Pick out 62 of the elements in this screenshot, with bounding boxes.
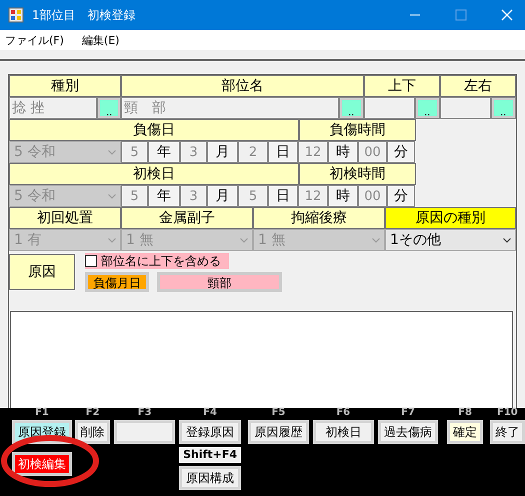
checkbox-option[interactable]: 部位名に上下を含める <box>85 253 229 269</box>
app-icon <box>8 7 24 23</box>
shortcut-label: Shift+F4 <box>179 447 242 463</box>
function-button[interactable]: 初検日 <box>312 420 374 444</box>
key-label: F4 <box>203 408 217 420</box>
body-part-button[interactable]: 頸部 <box>157 272 282 292</box>
unit-label: 分 <box>387 185 415 207</box>
lookup-button[interactable] <box>339 97 364 119</box>
function-button[interactable]: 終了 <box>490 420 525 444</box>
cause-label: 原因 <box>9 254 75 290</box>
injury-date-button[interactable]: 負傷月日 <box>85 272 149 292</box>
key-label: F1 <box>35 408 49 420</box>
lookup-button[interactable] <box>491 97 516 119</box>
unit-label: 分 <box>387 141 415 163</box>
chevron-down-icon <box>108 150 116 154</box>
column-header: 拘縮後療 <box>253 207 385 229</box>
column-header: 初回処置 <box>9 207 121 229</box>
column-header: 金属副子 <box>121 207 253 229</box>
column-header: 部位名 <box>121 75 364 97</box>
unit-label: 日 <box>268 141 298 163</box>
close-icon[interactable] <box>501 9 513 21</box>
chevron-down-icon <box>108 194 116 198</box>
dropdown[interactable]: 1その他 <box>385 229 516 251</box>
edit-button[interactable]: 初検編集 <box>12 452 72 476</box>
unit-label: 年 <box>148 141 180 163</box>
chevron-down-icon <box>240 238 248 242</box>
column-header: 種別 <box>9 75 121 97</box>
column-header: 負傷時間 <box>299 119 416 141</box>
column-header: 上下 <box>364 75 440 97</box>
lookup-button[interactable] <box>415 97 440 119</box>
menu-item[interactable]: 編集(E) <box>82 32 120 48</box>
key-label: F8 <box>458 408 472 420</box>
unit-label: 時 <box>328 185 358 207</box>
lookup-button[interactable] <box>97 97 121 119</box>
column-header: 初検時間 <box>299 163 416 185</box>
key-label: F2 <box>86 408 100 420</box>
function-button[interactable]: 登録原因 <box>179 420 242 444</box>
function-button[interactable]: 削除 <box>75 420 110 444</box>
key-label: F7 <box>401 408 415 420</box>
window-title: 1部位目 初検登録 <box>32 6 136 24</box>
key-label: F6 <box>336 408 350 420</box>
menu-item[interactable]: ファイル(F) <box>5 32 64 48</box>
column-header: 原因の種別 <box>385 207 516 229</box>
key-label: F3 <box>138 408 152 420</box>
key-label: F5 <box>272 408 286 420</box>
function-button[interactable]: 原因履歴 <box>248 420 309 444</box>
function-button[interactable]: 過去傷病 <box>378 420 438 444</box>
unit-label: 時 <box>328 141 358 163</box>
chevron-down-icon <box>372 238 380 242</box>
function-button[interactable]: 原因構成 <box>179 466 242 490</box>
column-header: 負傷日 <box>9 119 299 141</box>
chevron-down-icon <box>108 238 116 242</box>
unit-label: 日 <box>268 185 298 207</box>
function-button[interactable]: 確定 <box>447 420 483 444</box>
maximize-icon[interactable] <box>455 9 467 21</box>
column-header: 左右 <box>440 75 516 97</box>
unit-label: 年 <box>148 185 180 207</box>
key-label: F10 <box>496 408 518 420</box>
chevron-down-icon <box>503 238 511 242</box>
unit-label: 月 <box>207 141 238 163</box>
column-header: 初検日 <box>9 163 299 185</box>
unit-label: 月 <box>207 185 238 207</box>
